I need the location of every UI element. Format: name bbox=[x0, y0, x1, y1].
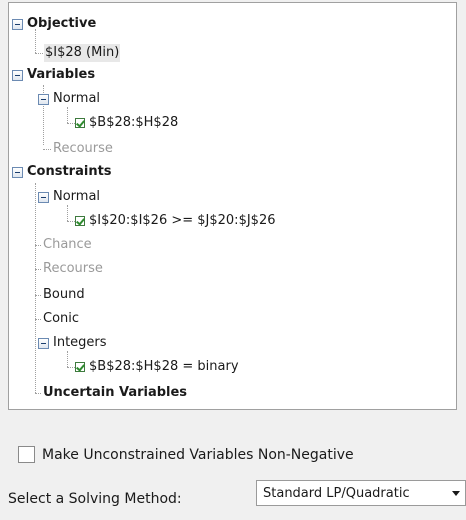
tree-connector bbox=[35, 393, 41, 394]
tree-node-constraints-recourse[interactable]: Recourse bbox=[42, 260, 104, 278]
tree-node-variables-recourse[interactable]: Recourse bbox=[52, 140, 114, 158]
variables-label: Variables bbox=[27, 67, 96, 82]
tree-node-constraints-normal[interactable]: Normal bbox=[52, 188, 101, 206]
chevron-down-icon[interactable] bbox=[452, 491, 460, 496]
model-tree-panel[interactable]: Objective $I$28 (Min) Variables Normal $… bbox=[8, 2, 457, 410]
tree-connector bbox=[35, 53, 43, 54]
tree-node-uncertain-variables[interactable]: Uncertain Variables bbox=[42, 384, 188, 402]
tree-node-variables-normal[interactable]: Normal bbox=[52, 90, 101, 108]
tree-node-objective[interactable]: Objective bbox=[26, 15, 97, 33]
variables-normal-label: Normal bbox=[53, 91, 101, 106]
tree-node-constraints[interactable]: Constraints bbox=[26, 163, 113, 181]
tree-node-integers[interactable]: Integers bbox=[52, 334, 108, 352]
bound-label: Bound bbox=[43, 287, 85, 302]
solving-method-value: Standard LP/Quadratic bbox=[263, 485, 410, 501]
tree-node-constraints-item[interactable]: $I$20:$I$26 >= $J$20:$J$26 bbox=[75, 212, 276, 230]
nonnegative-checkbox[interactable] bbox=[18, 446, 35, 463]
objective-label: Objective bbox=[27, 16, 97, 31]
tree-node-variables-item[interactable]: $B$28:$H$28 bbox=[75, 114, 179, 132]
constraints-recourse-label: Recourse bbox=[43, 261, 103, 276]
constraints-label: Constraints bbox=[27, 164, 112, 179]
variables-recourse-label: Recourse bbox=[53, 141, 113, 156]
checkbox-checked-icon[interactable] bbox=[75, 216, 85, 226]
variables-item-label: $B$28:$H$28 bbox=[89, 115, 179, 130]
tree-node-bound[interactable]: Bound bbox=[42, 286, 86, 304]
collapse-icon[interactable] bbox=[38, 94, 49, 105]
collapse-icon[interactable] bbox=[38, 192, 49, 203]
solving-method-dropdown[interactable]: Standard LP/Quadratic bbox=[256, 480, 466, 506]
tree-node-chance[interactable]: Chance bbox=[42, 236, 93, 254]
objective-cell-label: $I$28 (Min) bbox=[44, 44, 121, 62]
collapse-icon[interactable] bbox=[38, 338, 49, 349]
tree-connector bbox=[35, 269, 41, 270]
tree-connector bbox=[67, 367, 75, 368]
tree-connector bbox=[43, 149, 51, 150]
integers-item-label: $B$28:$H$28 = binary bbox=[89, 359, 239, 374]
tree-node-objective-cell[interactable]: $I$28 (Min) bbox=[44, 44, 121, 62]
chance-label: Chance bbox=[43, 237, 92, 252]
nonnegative-label: Make Unconstrained Variables Non-Negativ… bbox=[42, 446, 354, 463]
tree-connector bbox=[67, 351, 68, 367]
tree-node-variables[interactable]: Variables bbox=[26, 66, 96, 84]
tree-connector bbox=[35, 319, 41, 320]
conic-label: Conic bbox=[43, 311, 80, 326]
checkbox-checked-icon[interactable] bbox=[75, 362, 85, 372]
collapse-icon[interactable] bbox=[12, 19, 23, 30]
tree-connector bbox=[67, 123, 75, 124]
checkbox-checked-icon[interactable] bbox=[75, 118, 85, 128]
constraints-normal-label: Normal bbox=[53, 189, 101, 204]
integers-label: Integers bbox=[53, 335, 107, 350]
collapse-icon[interactable] bbox=[12, 167, 23, 178]
uncertain-variables-label: Uncertain Variables bbox=[43, 385, 188, 400]
tree-connector bbox=[35, 183, 36, 393]
tree-connector bbox=[35, 245, 41, 246]
nonnegative-option[interactable]: Make Unconstrained Variables Non-Negativ… bbox=[18, 446, 354, 463]
tree-connector bbox=[67, 205, 68, 221]
constraints-item-label: $I$20:$I$26 >= $J$20:$J$26 bbox=[89, 213, 276, 228]
collapse-icon[interactable] bbox=[12, 70, 23, 81]
tree-node-conic[interactable]: Conic bbox=[42, 310, 80, 328]
solving-method-label: Select a Solving Method: bbox=[8, 491, 182, 507]
tree-connector bbox=[67, 221, 75, 222]
tree-node-integers-item[interactable]: $B$28:$H$28 = binary bbox=[75, 358, 240, 376]
tree-connector bbox=[67, 107, 68, 123]
tree-connector bbox=[35, 295, 41, 296]
